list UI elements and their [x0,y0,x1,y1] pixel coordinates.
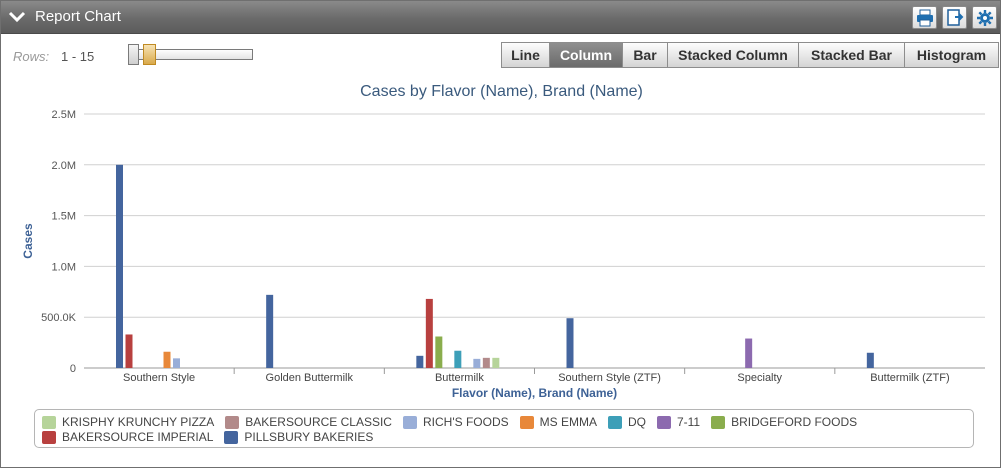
legend-label: RICH'S FOODS [422,415,509,429]
y-tick-label: 500.0K [41,312,77,324]
legend-item[interactable]: MS EMMA [519,415,597,429]
x-tick-label: Golden Buttermilk [266,372,354,384]
bar-pillsbury-bakeries [266,294,274,368]
bar-pillsbury-bakeries [116,164,123,368]
bar-rich-s-foods [173,358,180,368]
y-tick-label: 0 [70,363,76,375]
y-tick-label: 1.5M [52,211,76,223]
legend-label: BAKERSOURCE IMPERIAL [62,430,214,444]
legend-label: BRIDGEFORD FOODS [731,415,858,429]
x-tick-label: Southern Style (ZTF) [558,372,661,384]
y-tick-label: 2.5M [52,109,76,121]
legend-item[interactable]: RICH'S FOODS [402,415,509,429]
y-tick-label: 2.0M [52,160,76,172]
bar-dq [454,350,462,368]
bar-pillsbury-bakeries [866,352,874,368]
legend-swatch [656,415,671,429]
x-tick-label: Southern Style [123,372,195,384]
bar-bakersource-imperial [125,334,133,368]
legend-label: KRISPHY KRUNCHY PIZZA [62,415,215,429]
legend-item[interactable]: KRISPHY KRUNCHY PIZZA [42,415,214,429]
bar-7-11 [745,338,753,368]
chart-plot-area: 0 500.0K 1.0M 1.5M 2.0M 2.5M Cases Southern Sty… [21,109,985,400]
y-tick-label: 1.0M [52,261,76,273]
legend-label: PILLSBURY BAKERIES [244,430,374,444]
legend-swatch [519,415,534,429]
x-tick-label: Specialty [737,372,782,384]
bar-pillsbury-bakeries [566,318,574,368]
legend-swatch [607,415,622,429]
legend-swatch [225,415,240,429]
bar-pillsbury-bakeries [416,355,424,368]
x-tick-label: Buttermilk (ZTF) [870,372,949,384]
bar-rich-s-foods [473,358,481,368]
legend-swatch [711,415,726,429]
bar-bakersource-classic [482,357,490,368]
legend-label: BAKERSOURCE CLASSIC [245,415,392,429]
chart-legend: KRISPHY KRUNCHY PIZZA BAKERSOURCE CLASSIC… [34,409,974,448]
legend-label: DQ [627,415,646,429]
y-axis-title: Cases [21,223,35,259]
bar-krisphy-krunchy-pizza [492,357,500,368]
bar-bridgeford-foods [435,336,443,368]
bar-ms-emma [163,351,171,368]
legend-item[interactable]: DQ [607,415,646,429]
x-tick-label: Buttermilk [435,372,484,384]
report-chart-panel: Report Chart Rows: 1 - 15 Line Column Bar S… [0,0,1001,468]
bar-bakersource-imperial [425,298,433,368]
legend-item[interactable]: BAKERSOURCE CLASSIC [225,415,392,429]
legend-swatch [42,430,56,444]
x-axis-title: Flavor (Name), Brand (Name) [452,386,617,400]
legend-item[interactable]: BRIDGEFORD FOODS [711,415,857,429]
legend-label: MS EMMA [539,415,597,429]
legend-item[interactable]: 7-11 [656,415,701,429]
legend-swatch [42,415,56,429]
legend-label: 7-11 [676,415,701,429]
legend-item[interactable]: PILLSBURY BAKERIES [224,430,373,444]
legend-item[interactable]: BAKERSOURCE IMPERIAL [42,430,213,444]
legend-swatch [224,430,239,444]
legend-swatch [402,415,417,429]
